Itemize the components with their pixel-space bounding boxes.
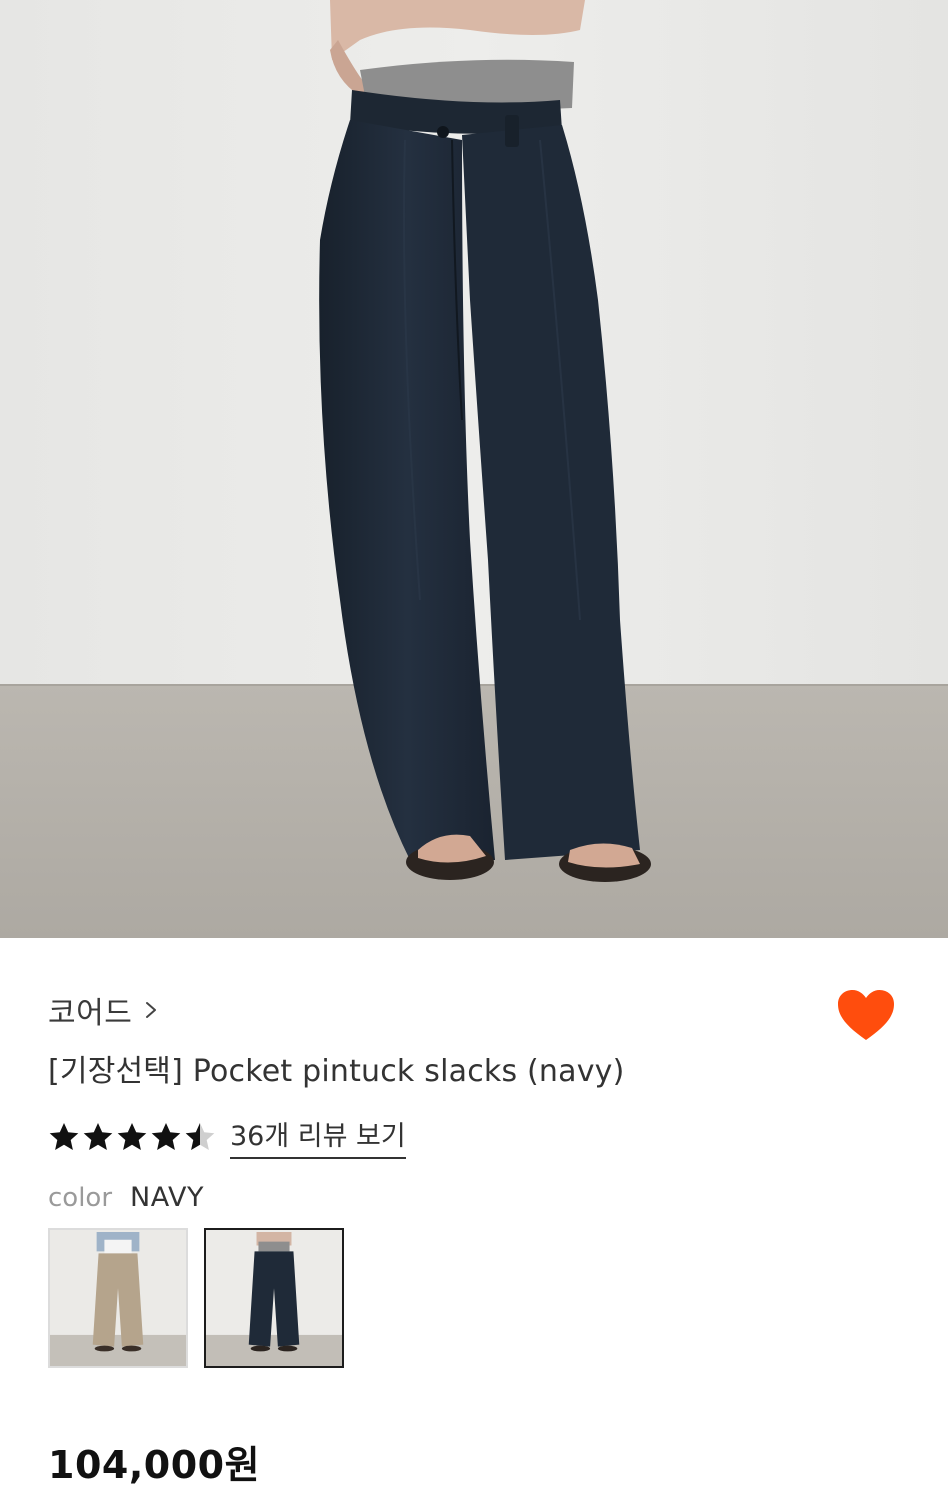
- color-label: color: [48, 1183, 113, 1213]
- star-icon: [151, 1122, 181, 1150]
- brand-name: 코어드: [48, 996, 133, 1031]
- color-value: NAVY: [130, 1182, 204, 1213]
- star-icon: [117, 1122, 147, 1150]
- swatch-beige[interactable]: [48, 1228, 188, 1368]
- like-button[interactable]: [836, 988, 896, 1044]
- product-photo-illustration: [0, 0, 948, 938]
- heart-icon: [838, 990, 894, 1040]
- product-price: 104,000원: [48, 1443, 261, 1487]
- color-swatches: [48, 1228, 344, 1368]
- star-rating: [48, 1121, 216, 1153]
- star-half-icon: [185, 1122, 215, 1150]
- swatch-navy[interactable]: [204, 1228, 344, 1368]
- star-icon: [83, 1122, 113, 1150]
- product-title: [기장선택] Pocket pintuck slacks (navy): [48, 1054, 625, 1089]
- rating-row: 36개 리뷰 보기: [48, 1114, 406, 1159]
- beige-pants-thumbnail: [50, 1230, 186, 1366]
- review-link[interactable]: 36개 리뷰 보기: [230, 1114, 406, 1159]
- chevron-right-icon: [146, 1002, 157, 1018]
- navy-pants-thumbnail: [206, 1230, 342, 1366]
- star-icon: [49, 1122, 79, 1150]
- brand-link[interactable]: 코어드: [48, 988, 160, 1032]
- product-main-image[interactable]: [0, 0, 948, 938]
- color-row: color NAVY: [48, 1182, 204, 1213]
